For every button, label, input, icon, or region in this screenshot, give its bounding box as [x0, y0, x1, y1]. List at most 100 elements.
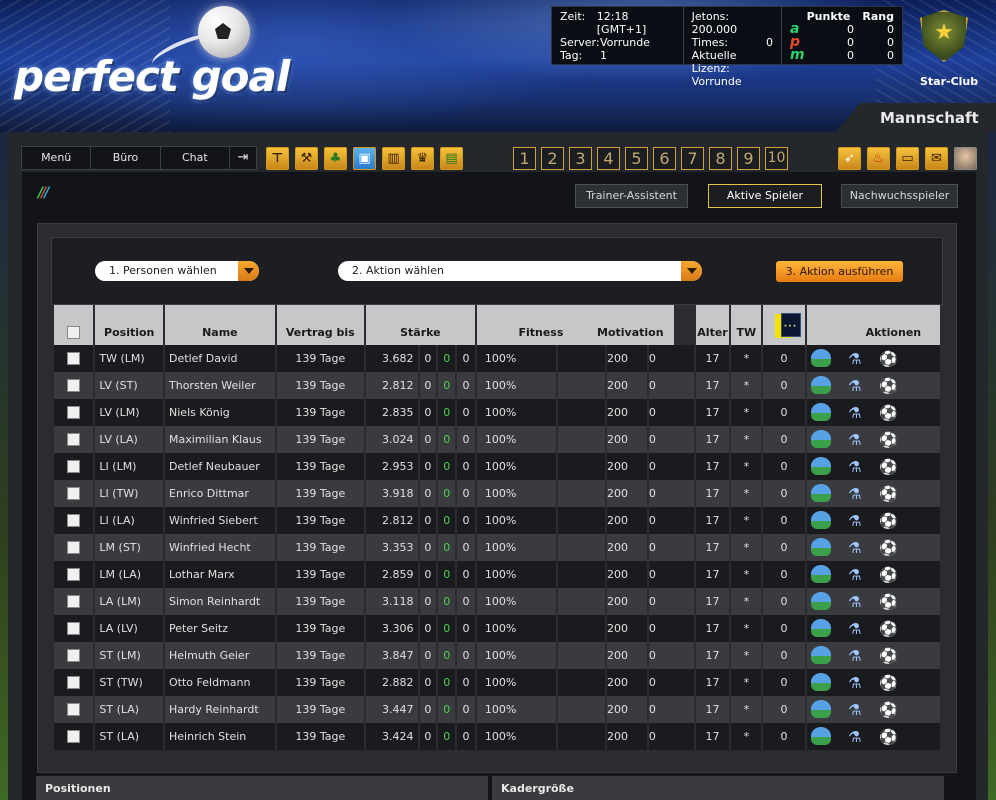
player-name[interactable]: Detlef Neubauer: [165, 453, 275, 480]
kick-icon[interactable]: ⚽: [879, 619, 899, 639]
number-tab-6[interactable]: 6: [653, 147, 676, 170]
kick-icon[interactable]: ⚽: [879, 727, 899, 747]
table-row[interactable]: TW (LM) Detlef David 139 Tage 3.682 0 0 0 100% 2…: [54, 345, 940, 372]
number-tab-2[interactable]: 2: [541, 147, 564, 170]
training-icon[interactable]: [810, 375, 831, 394]
potion-icon[interactable]: ⚗: [845, 727, 865, 747]
row-checkbox[interactable]: [67, 487, 81, 501]
mail-icon[interactable]: ✉: [925, 147, 948, 170]
potion-icon[interactable]: ⚗: [845, 430, 865, 450]
training-icon[interactable]: [810, 537, 831, 556]
kick-icon[interactable]: ⚽: [879, 349, 899, 369]
crown-icon[interactable]: ♛: [411, 147, 434, 170]
training-icon[interactable]: [810, 726, 831, 745]
player-name[interactable]: Maximilian Klaus: [165, 426, 275, 453]
player-name[interactable]: Niels König: [165, 399, 275, 426]
kick-icon[interactable]: ⚽: [879, 592, 899, 612]
row-checkbox[interactable]: [67, 730, 81, 744]
row-checkbox[interactable]: [67, 433, 81, 447]
player-name[interactable]: Detlef David: [165, 345, 275, 372]
number-tab-7[interactable]: 7: [681, 147, 704, 170]
col-strength[interactable]: Stärke: [365, 305, 475, 345]
col-contract[interactable]: Vertrag bis: [276, 305, 364, 345]
squad-size-panel-header[interactable]: Kadergröße: [492, 776, 944, 800]
potion-icon[interactable]: ⚗: [845, 484, 865, 504]
table-row[interactable]: ST (LA) Hardy Reinhardt 139 Tage 3.447 0 0 0 10…: [54, 696, 940, 723]
row-checkbox[interactable]: [67, 622, 81, 636]
potion-icon[interactable]: ⚗: [845, 457, 865, 477]
potion-icon[interactable]: ⚗: [845, 403, 865, 423]
chevron-down-icon[interactable]: [681, 261, 702, 281]
training-icon[interactable]: [810, 348, 831, 367]
table-row[interactable]: LV (LA) Maximilian Klaus 139 Tage 3.024 0 0 0 1…: [54, 426, 940, 453]
col-age[interactable]: Alter: [695, 305, 730, 345]
col-fitness[interactable]: Fitness: [476, 305, 605, 345]
select-persons-dropdown[interactable]: 1. Personen wählen: [95, 261, 259, 281]
tab-trainer-assistant[interactable]: Trainer-Assistent: [575, 184, 688, 208]
potion-icon[interactable]: ⚗: [845, 511, 865, 531]
player-name[interactable]: Peter Seitz: [165, 615, 275, 642]
menu-item-chat[interactable]: Chat: [161, 147, 230, 169]
whistle-icon[interactable]: ⊤: [266, 147, 289, 170]
tab-youth-players[interactable]: Nachwuchsspieler: [841, 184, 958, 208]
table-row[interactable]: LA (LM) Simon Reinhardt 139 Tage 3.118 0 0 0 10…: [54, 588, 940, 615]
number-tab-4[interactable]: 4: [597, 147, 620, 170]
number-tab-3[interactable]: 3: [569, 147, 592, 170]
col-tw[interactable]: TW: [731, 305, 762, 345]
player-name[interactable]: Hardy Reinhardt: [165, 696, 275, 723]
potion-icon[interactable]: ⚗: [845, 565, 865, 585]
training-icon[interactable]: [810, 456, 831, 475]
table-row[interactable]: ST (LA) Heinrich Stein 139 Tage 3.424 0 0 0 100…: [54, 723, 940, 750]
row-checkbox[interactable]: [67, 541, 81, 555]
potion-icon[interactable]: ⚗: [845, 673, 865, 693]
player-name[interactable]: Enrico Dittmar: [165, 480, 275, 507]
card-icon[interactable]: ▭: [896, 147, 919, 170]
number-tab-8[interactable]: 8: [709, 147, 732, 170]
number-tab-1[interactable]: 1: [513, 147, 536, 170]
row-checkbox[interactable]: [67, 595, 81, 609]
table-row[interactable]: ST (LM) Helmuth Geier 139 Tage 3.847 0 0 0 100%…: [54, 642, 940, 669]
menu-item-office[interactable]: Büro: [91, 147, 161, 169]
training-icon[interactable]: [810, 429, 831, 448]
kick-icon[interactable]: ⚽: [879, 673, 899, 693]
potion-icon[interactable]: ⚗: [845, 619, 865, 639]
potion-icon[interactable]: ⚗: [845, 592, 865, 612]
select-action-dropdown[interactable]: 2. Aktion wählen: [338, 261, 702, 281]
tab-active-players[interactable]: Aktive Spieler: [708, 184, 822, 208]
training-icon[interactable]: [810, 483, 831, 502]
kick-icon[interactable]: ⚽: [879, 538, 899, 558]
row-checkbox[interactable]: [67, 352, 81, 366]
clover-icon[interactable]: ♣: [324, 147, 347, 170]
player-name[interactable]: Simon Reinhardt: [165, 588, 275, 615]
rocket-icon[interactable]: ➶: [838, 147, 861, 170]
table-row[interactable]: LM (ST) Winfried Hecht 139 Tage 3.353 0 0 0 100…: [54, 534, 940, 561]
execute-action-button[interactable]: 3. Aktion ausführen: [776, 261, 903, 282]
training-icon[interactable]: [810, 591, 831, 610]
fire-icon[interactable]: ♨: [867, 147, 890, 170]
kick-icon[interactable]: ⚽: [879, 646, 899, 666]
kick-icon[interactable]: ⚽: [879, 511, 899, 531]
logout-icon[interactable]: ⇥: [230, 147, 256, 169]
kick-icon[interactable]: ⚽: [879, 565, 899, 585]
buildings-icon[interactable]: ▥: [382, 147, 405, 170]
construction-icon[interactable]: ⚒: [295, 147, 318, 170]
potion-icon[interactable]: ⚗: [845, 646, 865, 666]
row-checkbox[interactable]: [67, 676, 81, 690]
col-motivation[interactable]: Motivation: [587, 305, 674, 345]
player-name[interactable]: Thorsten Weiler: [165, 372, 275, 399]
training-icon[interactable]: [810, 672, 831, 691]
row-checkbox[interactable]: [67, 406, 81, 420]
training-icon[interactable]: [810, 699, 831, 718]
player-name[interactable]: Otto Feldmann: [165, 669, 275, 696]
player-name[interactable]: Lothar Marx: [165, 561, 275, 588]
potion-icon[interactable]: ⚗: [845, 376, 865, 396]
player-name[interactable]: Helmuth Geier: [165, 642, 275, 669]
table-row[interactable]: LI (LM) Detlef Neubauer 139 Tage 2.953 0 0 0 10…: [54, 453, 940, 480]
table-row[interactable]: LV (ST) Thorsten Weiler 139 Tage 2.812 0 0 0 10…: [54, 372, 940, 399]
player-name[interactable]: Winfried Siebert: [165, 507, 275, 534]
kick-icon[interactable]: ⚽: [879, 484, 899, 504]
row-checkbox[interactable]: [67, 379, 81, 393]
col-name[interactable]: Name: [165, 305, 275, 345]
kick-icon[interactable]: ⚽: [879, 376, 899, 396]
number-tab-5[interactable]: 5: [625, 147, 648, 170]
